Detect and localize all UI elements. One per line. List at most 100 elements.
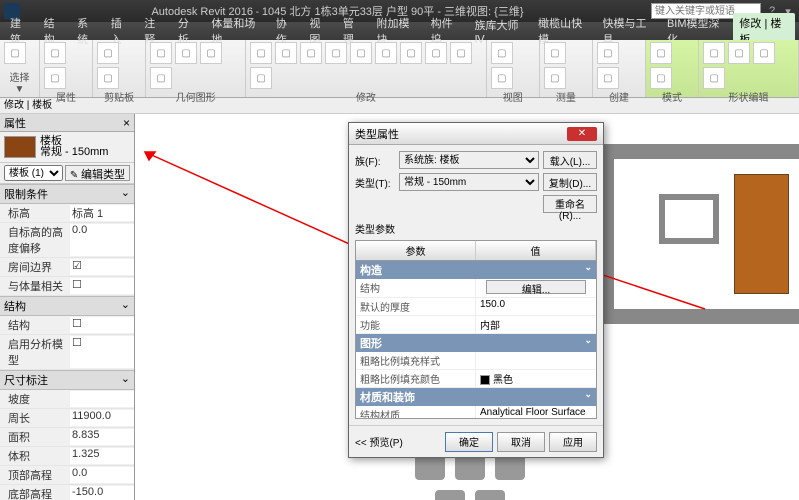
dialog-title: 类型属性	[355, 126, 567, 142]
ribbon-icon[interactable]: ▢	[44, 42, 66, 64]
ribbon-panel: ▢▢▢▢▢▢▢▢▢▢修改	[246, 40, 487, 97]
ribbon-icon[interactable]: ▢	[400, 42, 422, 64]
properties-panel: 属性 × 楼板 常规 - 150mm 楼板 (1) ✎ 编辑类型 限制条件⌄标高…	[0, 114, 135, 500]
dialog-body: 族(F): 系统族: 楼板 载入(L)... 类型(T): 常规 - 150mm…	[349, 145, 603, 425]
prop-group-header[interactable]: 尺寸标注⌄	[0, 370, 134, 390]
panel-label: 形状编辑	[703, 89, 794, 104]
floorplan-room	[659, 194, 719, 244]
instance-select[interactable]: 楼板 (1)	[4, 165, 63, 181]
apply-button[interactable]: 应用	[549, 432, 597, 452]
param-row[interactable]: 默认的厚度150.0	[356, 298, 596, 316]
edit-structure-button[interactable]: 编辑...	[486, 280, 587, 294]
ribbon-icon[interactable]: ▢	[597, 67, 619, 89]
ribbon-icon[interactable]: ▢	[450, 42, 472, 64]
ribbon-icon[interactable]: ▢	[491, 67, 513, 89]
param-row[interactable]: 结构编辑...	[356, 279, 596, 298]
prop-row[interactable]: 房间边界☑	[0, 258, 134, 277]
floorplan-slab	[734, 174, 789, 294]
ribbon-icon[interactable]: ▢	[150, 42, 172, 64]
ribbon-icon[interactable]: ▢	[544, 42, 566, 64]
ribbon-icon[interactable]: ▢	[300, 42, 322, 64]
ribbon-icon[interactable]: ▢	[4, 42, 26, 64]
duplicate-button[interactable]: 复制(D)...	[543, 173, 597, 191]
type-swatch	[4, 136, 36, 158]
load-button[interactable]: 载入(L)...	[543, 151, 597, 169]
prop-row[interactable]: 标高标高 1	[0, 204, 134, 223]
prop-row[interactable]: 自标高的高度偏移0.0	[0, 223, 134, 258]
cancel-button[interactable]: 取消	[497, 432, 545, 452]
ribbon-icon[interactable]: ▢	[250, 42, 272, 64]
ribbon-icon[interactable]: ▢	[44, 67, 66, 89]
ok-button[interactable]: 确定	[445, 432, 493, 452]
ribbon-panel: ▢▢创建	[593, 40, 646, 97]
properties-header: 属性 ×	[0, 114, 134, 132]
ribbon-icon[interactable]: ▢	[325, 42, 347, 64]
param-group-header[interactable]: 图形⌄	[356, 334, 596, 352]
prop-row[interactable]: 坡度	[0, 390, 134, 409]
edit-type-button[interactable]: ✎ 编辑类型	[65, 165, 130, 181]
ribbon-panel: ▢▢模式	[646, 40, 699, 97]
ribbon-icon[interactable]: ▢	[150, 67, 172, 89]
dialog-titlebar: 类型属性 ✕	[349, 123, 603, 145]
prop-row[interactable]: 顶部高程0.0	[0, 466, 134, 485]
type-params-label: 类型参数	[355, 221, 597, 236]
close-icon[interactable]: ×	[123, 116, 130, 130]
prop-row[interactable]: 底部高程-150.0	[0, 485, 134, 500]
ribbon-icon[interactable]: ▢	[250, 67, 272, 89]
param-row[interactable]: 功能内部	[356, 316, 596, 334]
ribbon-icon[interactable]: ▢	[350, 42, 372, 64]
ribbon-icon[interactable]: ▢	[375, 42, 397, 64]
col-param: 参数	[356, 241, 476, 260]
panel-label: 模式	[650, 89, 694, 104]
family-label: 族(F):	[355, 153, 395, 168]
prop-row[interactable]: 周长11900.0	[0, 409, 134, 428]
panel-label: 修改	[250, 89, 482, 104]
param-row[interactable]: 粗略比例填充颜色黑色	[356, 370, 596, 388]
ribbon-icon[interactable]: ▢	[97, 67, 119, 89]
preview-toggle[interactable]: << 预览(P)	[355, 434, 403, 449]
prop-row[interactable]: 体积1.325	[0, 447, 134, 466]
prop-row[interactable]: 面积8.835	[0, 428, 134, 447]
dialog-close-button[interactable]: ✕	[567, 127, 597, 141]
ribbon-icon[interactable]: ▢	[728, 42, 750, 64]
ribbon-icon[interactable]: ▢	[650, 42, 672, 64]
prop-row[interactable]: 与体量相关☐	[0, 277, 134, 296]
ribbon-icon[interactable]: ▢	[753, 42, 775, 64]
ribbon-panel: ▢▢视图	[487, 40, 540, 97]
ribbon-icon[interactable]: ▢	[703, 67, 725, 89]
param-row[interactable]: 结构材质Analytical Floor Surface	[356, 406, 596, 419]
instance-row: 楼板 (1) ✎ 编辑类型	[0, 163, 134, 184]
type-info: 楼板 常规 - 150mm	[40, 136, 130, 158]
param-row[interactable]: 粗略比例填充样式	[356, 352, 596, 370]
ribbon-icon[interactable]: ▢	[703, 42, 725, 64]
ribbon-icon[interactable]: ▢	[597, 42, 619, 64]
ribbon-panel: ▢ 选择 ▼	[0, 40, 40, 97]
rename-button[interactable]: 重命名(R)...	[543, 195, 597, 213]
prop-group-header[interactable]: 结构⌄	[0, 296, 134, 316]
ribbon-icon[interactable]: ▢	[97, 42, 119, 64]
dialog-footer: << 预览(P) 确定 取消 应用	[349, 425, 603, 457]
ribbon-icon[interactable]: ▢	[425, 42, 447, 64]
param-table: 参数 值 构造⌄结构编辑...默认的厚度150.0功能内部图形⌄粗略比例填充样式…	[355, 240, 597, 419]
ribbon-panel: ▢▢属性	[40, 40, 93, 97]
prop-row[interactable]: 结构☐	[0, 316, 134, 335]
ribbon-icon[interactable]: ▢	[275, 42, 297, 64]
ribbon-icon[interactable]: ▢	[491, 42, 513, 64]
param-table-header: 参数 值	[356, 241, 596, 261]
panel-label: 选择 ▼	[4, 69, 35, 95]
ribbon-icon[interactable]: ▢	[175, 42, 197, 64]
ribbon-icon[interactable]: ▢	[544, 67, 566, 89]
type-label: 类型(T):	[355, 175, 395, 190]
family-select[interactable]: 系统族: 楼板	[399, 151, 539, 169]
param-group-header[interactable]: 材质和装饰⌄	[356, 388, 596, 406]
ribbon-icon[interactable]: ▢	[650, 67, 672, 89]
type-properties-dialog: 类型属性 ✕ 族(F): 系统族: 楼板 载入(L)... 类型(T): 常规 …	[348, 122, 604, 458]
prop-group-header[interactable]: 限制条件⌄	[0, 184, 134, 204]
panel-label: 剪贴板	[97, 89, 141, 104]
param-group-header[interactable]: 构造⌄	[356, 261, 596, 279]
type-select[interactable]: 常规 - 150mm	[399, 173, 539, 191]
ribbon-icon[interactable]: ▢	[200, 42, 222, 64]
prop-row[interactable]: 启用分析模型☐	[0, 335, 134, 370]
type-selector[interactable]: 楼板 常规 - 150mm	[0, 132, 134, 163]
panel-label: 几何图形	[150, 89, 241, 104]
